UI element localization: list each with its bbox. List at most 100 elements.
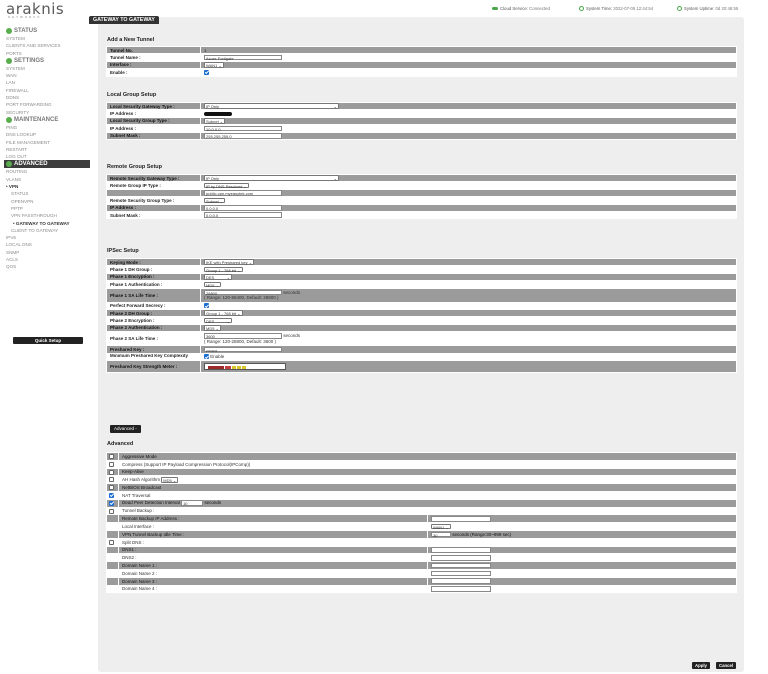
sidebar-item-openvpn[interactable]: OPENVPN bbox=[0, 198, 98, 205]
ipsec-table: Keying Mode : IKE with Preshared key ⌄ Ph… bbox=[106, 257, 737, 373]
keepalive-checkbox[interactable] bbox=[109, 469, 114, 475]
sidebar-item-restart[interactable]: RESTART bbox=[0, 146, 98, 153]
sidebar-item-routing[interactable]: ROUTING bbox=[0, 168, 98, 175]
table-row: Enable : bbox=[106, 68, 737, 77]
sidebar-item-ipv6[interactable]: IPV6 bbox=[0, 234, 98, 241]
sidebar-item-clients[interactable]: CLIENTS AND SERVICES bbox=[0, 42, 98, 49]
tunnel-name-input[interactable]: Azure-Fortigate bbox=[204, 54, 282, 61]
psk-strength-meter bbox=[204, 362, 286, 370]
sidebar-item-file-management[interactable]: FILE MANAGEMENT bbox=[0, 139, 98, 146]
p1-dh-label: Phase 1 DH Group : bbox=[106, 265, 201, 274]
p2-sa-range: ( Range: 120-28800, Default: 3600 ) bbox=[204, 338, 277, 344]
table-row: Tunnel Backup : bbox=[106, 506, 737, 516]
domain-name-3-input[interactable] bbox=[431, 578, 491, 584]
p1-dh-select[interactable]: Group 1 - 768 bit ⌄ bbox=[204, 266, 243, 273]
sidebar-section-status[interactable]: STATUS bbox=[0, 27, 98, 35]
p2-sa-unit: seconds bbox=[283, 333, 301, 339]
remote-ip-type-select[interactable]: IP by DNS Resolved ⌄ bbox=[204, 182, 249, 189]
uptime-value: 0d 20:46:55 bbox=[715, 6, 739, 11]
sidebar-item-firewall[interactable]: FIREWALL bbox=[0, 87, 98, 94]
cancel-button[interactable]: Cancel bbox=[716, 662, 737, 669]
domain-name-4-input[interactable] bbox=[431, 586, 491, 592]
sidebar-item-vpn[interactable]: • VPN bbox=[0, 183, 98, 190]
sidebar-item-gateway-to-gateway[interactable]: • GATEWAY TO GATEWAY bbox=[0, 220, 98, 227]
remote-mask-input[interactable]: 0.0.0.0 bbox=[204, 212, 282, 218]
remote-host-input[interactable]: public-vpn.myeasytek.com bbox=[204, 190, 282, 196]
sidebar-item-log-out[interactable]: LOG OUT bbox=[0, 153, 98, 160]
local-group-type-select[interactable]: Subnet ⌄ bbox=[204, 118, 226, 124]
apply-button[interactable]: Apply bbox=[692, 662, 710, 669]
nat-label: NAT Traversal bbox=[118, 490, 737, 500]
split-dns-checkbox[interactable] bbox=[109, 539, 114, 545]
sidebar-item-wan[interactable]: WAN bbox=[0, 72, 98, 79]
idle-time-input[interactable]: 30 bbox=[431, 531, 451, 537]
sidebar-section-maintenance[interactable]: MAINTENANCE bbox=[0, 116, 98, 124]
ah-hash-checkbox[interactable] bbox=[109, 477, 114, 483]
nat-checkbox[interactable] bbox=[109, 493, 114, 499]
aggressive-checkbox[interactable] bbox=[109, 454, 114, 460]
backup-ip-input[interactable] bbox=[431, 516, 491, 522]
sidebar-item-system[interactable]: SYSTEM bbox=[0, 35, 98, 42]
sidebar-section-settings[interactable]: SETTINGS bbox=[0, 57, 98, 65]
pfs-checkbox[interactable] bbox=[204, 303, 209, 309]
remote-ip-input[interactable]: 0.0.0.0 bbox=[204, 205, 282, 211]
remote-group-table: Remote Security Gateway Type : IP Only ⌄ R… bbox=[106, 173, 737, 220]
sidebar-item-ping[interactable]: PING bbox=[0, 124, 98, 131]
redacted-ip bbox=[204, 111, 232, 116]
remote-group-type-select[interactable]: Subnet ⌄ bbox=[204, 197, 226, 204]
p2-dh-select[interactable]: Group 1 - 768 bit ⌄ bbox=[204, 310, 243, 316]
dns2-input[interactable] bbox=[431, 555, 491, 561]
dns1-input[interactable] bbox=[431, 547, 491, 553]
domain-name-2-input[interactable] bbox=[431, 570, 491, 577]
sidebar-item-ports[interactable]: PORTS bbox=[0, 50, 98, 57]
table-row: Compress (Support IP Payload Compression… bbox=[106, 459, 737, 469]
dpd-checkbox[interactable] bbox=[109, 500, 114, 506]
table-row: Aggressive Mode bbox=[106, 452, 737, 461]
p2-auth-select[interactable]: MD5 ⌄ bbox=[204, 325, 221, 331]
sidebar-item-qos[interactable]: QOS bbox=[0, 263, 98, 270]
sidebar-item-vlans[interactable]: VLANS bbox=[0, 176, 98, 183]
sidebar-item-dns-lookup[interactable]: DNS LOOKUP bbox=[0, 131, 98, 138]
local-interface-select[interactable]: WAN1 ⌄ bbox=[431, 523, 451, 529]
compress-checkbox[interactable] bbox=[109, 461, 114, 467]
local-gw-type-select[interactable]: IP Only ⌄ bbox=[204, 103, 339, 109]
sidebar-item-pptp[interactable]: PPTP bbox=[0, 205, 98, 212]
keying-select[interactable]: IKE with Preshared key ⌄ bbox=[204, 259, 255, 265]
ah-hash-select[interactable]: MD5 ⌄ bbox=[161, 477, 179, 483]
sidebar-item-acls[interactable]: ACLS bbox=[0, 256, 98, 263]
netbios-checkbox[interactable] bbox=[109, 485, 114, 491]
remote-gw-type-select[interactable]: IP Only ⌄ bbox=[204, 175, 339, 181]
sidebar-item-snmp[interactable]: SNMP bbox=[0, 249, 98, 256]
sidebar-item-security[interactable]: SECURITY bbox=[0, 109, 98, 116]
complexity-checkbox[interactable] bbox=[204, 354, 209, 360]
dpd-input[interactable]: 10 bbox=[181, 500, 204, 506]
advanced-toggle-button[interactable]: Advanced - bbox=[110, 425, 141, 433]
sidebar-item-lan[interactable]: LAN bbox=[0, 79, 98, 86]
complexity-label: Minimum Preshared Key Complexity bbox=[106, 352, 201, 361]
sidebar-item-client-to-gateway[interactable]: CLIENT TO GATEWAY bbox=[0, 227, 98, 234]
sidebar-item-ddns[interactable]: DDNS bbox=[0, 94, 98, 101]
tunnel-backup-checkbox[interactable] bbox=[109, 508, 114, 514]
p2-enc-select[interactable]: DES ⌄ bbox=[204, 317, 232, 324]
sidebar-item-settings-system[interactable]: SYSTEM bbox=[0, 65, 98, 72]
table-row: Subnet Mask :255.255.255.0 bbox=[106, 131, 737, 140]
p1-enc-select[interactable]: DES ⌄ bbox=[204, 274, 232, 280]
local-ip-input[interactable]: 10.0.0.0 bbox=[204, 125, 282, 132]
table-row: Preshared Key Strength Meter : bbox=[106, 359, 737, 373]
sidebar-item-port-forwarding[interactable]: PORT FORWARDING bbox=[0, 101, 98, 108]
sidebar-item-local-dns[interactable]: LOCAL DNS bbox=[0, 241, 98, 248]
sidebar-item-vpn-status[interactable]: STATUS bbox=[0, 190, 98, 197]
table-row: Remote Backup IP Address : bbox=[106, 514, 737, 524]
enable-checkbox[interactable] bbox=[204, 70, 209, 76]
table-row: IP Address :0.0.0.0 bbox=[106, 203, 737, 212]
p1-auth-select[interactable]: MD5 ⌄ bbox=[204, 281, 221, 288]
check-icon bbox=[6, 28, 12, 34]
sidebar-item-vpn-passthrough[interactable]: VPN PASSTHROUGH bbox=[0, 212, 98, 219]
domain-name-1-input[interactable] bbox=[431, 562, 491, 569]
local-mask-input[interactable]: 255.255.255.0 bbox=[204, 133, 282, 139]
quick-setup-button[interactable]: Quick Setup bbox=[13, 337, 83, 344]
interface-select[interactable]: WAN1 ⌄ bbox=[204, 62, 224, 68]
sidebar-section-advanced[interactable]: ADVANCED bbox=[4, 160, 90, 169]
cloud-value: Connected bbox=[529, 6, 550, 11]
psk-input[interactable]: •••••••• bbox=[204, 346, 282, 352]
